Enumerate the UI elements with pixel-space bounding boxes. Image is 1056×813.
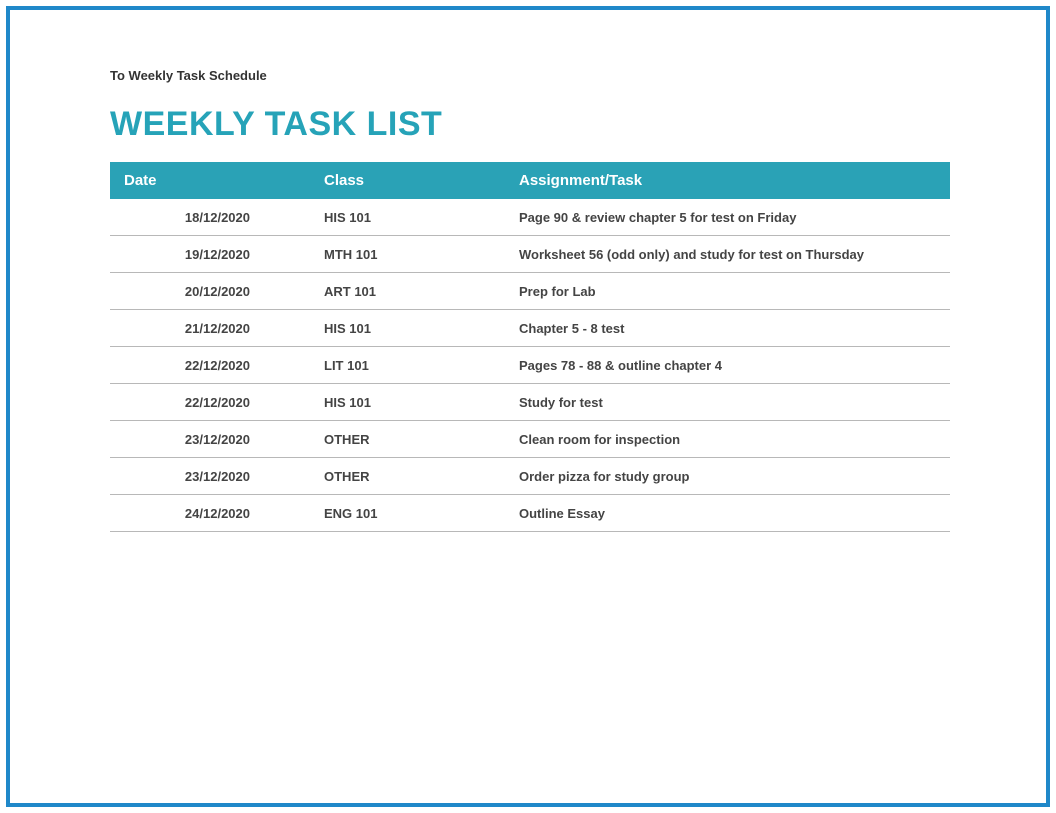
table-row: 22/12/2020LIT 101Pages 78 - 88 & outline… — [110, 347, 950, 384]
cell-class: HIS 101 — [310, 310, 505, 347]
table-row: 18/12/2020HIS 101Page 90 & review chapte… — [110, 199, 950, 236]
cell-task: Prep for Lab — [505, 273, 950, 310]
cell-class: OTHER — [310, 458, 505, 495]
col-header-task: Assignment/Task — [505, 162, 950, 199]
cell-class: HIS 101 — [310, 199, 505, 236]
cell-date: 24/12/2020 — [110, 495, 310, 532]
cell-class: ART 101 — [310, 273, 505, 310]
cell-task: Pages 78 - 88 & outline chapter 4 — [505, 347, 950, 384]
document-frame: To Weekly Task Schedule WEEKLY TASK LIST… — [6, 6, 1050, 807]
cell-task: Worksheet 56 (odd only) and study for te… — [505, 236, 950, 273]
table-row: 22/12/2020HIS 101Study for test — [110, 384, 950, 421]
breadcrumb: To Weekly Task Schedule — [110, 68, 976, 83]
cell-date: 20/12/2020 — [110, 273, 310, 310]
cell-date: 21/12/2020 — [110, 310, 310, 347]
cell-date: 23/12/2020 — [110, 458, 310, 495]
task-table: Date Class Assignment/Task 18/12/2020HIS… — [110, 162, 950, 532]
table-row: 23/12/2020OTHERClean room for inspection — [110, 421, 950, 458]
cell-class: LIT 101 — [310, 347, 505, 384]
cell-task: Chapter 5 - 8 test — [505, 310, 950, 347]
col-header-class: Class — [310, 162, 505, 199]
cell-date: 19/12/2020 — [110, 236, 310, 273]
cell-task: Outline Essay — [505, 495, 950, 532]
table-row: 24/12/2020ENG 101Outline Essay — [110, 495, 950, 532]
table-header-row: Date Class Assignment/Task — [110, 162, 950, 199]
table-row: 19/12/2020MTH 101Worksheet 56 (odd only)… — [110, 236, 950, 273]
cell-task: Page 90 & review chapter 5 for test on F… — [505, 199, 950, 236]
page-title: WEEKLY TASK LIST — [110, 105, 976, 144]
cell-date: 23/12/2020 — [110, 421, 310, 458]
table-row: 20/12/2020ART 101Prep for Lab — [110, 273, 950, 310]
cell-date: 22/12/2020 — [110, 347, 310, 384]
cell-date: 22/12/2020 — [110, 384, 310, 421]
cell-task: Clean room for inspection — [505, 421, 950, 458]
cell-date: 18/12/2020 — [110, 199, 310, 236]
cell-class: HIS 101 — [310, 384, 505, 421]
table-row: 21/12/2020HIS 101Chapter 5 - 8 test — [110, 310, 950, 347]
cell-task: Order pizza for study group — [505, 458, 950, 495]
cell-class: ENG 101 — [310, 495, 505, 532]
col-header-date: Date — [110, 162, 310, 199]
cell-class: OTHER — [310, 421, 505, 458]
table-row: 23/12/2020OTHEROrder pizza for study gro… — [110, 458, 950, 495]
cell-task: Study for test — [505, 384, 950, 421]
cell-class: MTH 101 — [310, 236, 505, 273]
